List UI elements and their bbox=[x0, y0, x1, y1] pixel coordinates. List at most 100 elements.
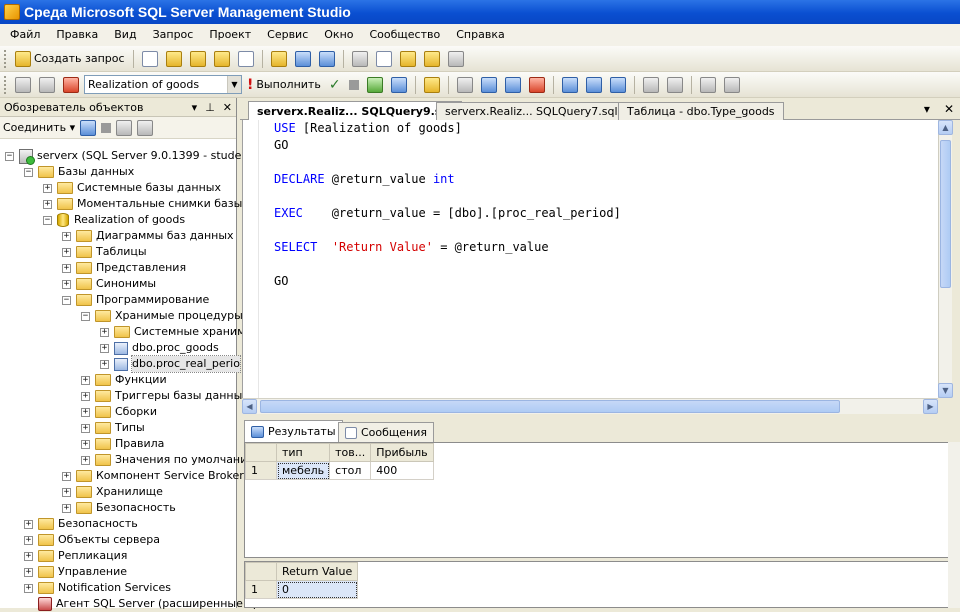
results-text-button[interactable] bbox=[526, 75, 548, 95]
expand-icon[interactable]: + bbox=[24, 583, 33, 593]
row-number[interactable]: 1 bbox=[245, 580, 277, 599]
code-line[interactable] bbox=[274, 256, 621, 273]
connect-dropdown-button[interactable]: Соединить ▾ bbox=[3, 121, 75, 134]
expand-icon[interactable]: + bbox=[81, 439, 90, 449]
results-grid-button[interactable] bbox=[559, 75, 581, 95]
code-line[interactable] bbox=[274, 154, 621, 171]
expand-icon[interactable]: + bbox=[24, 567, 33, 577]
tree-node[interactable]: + Управление bbox=[24, 564, 127, 580]
disconnect-button[interactable] bbox=[36, 75, 58, 95]
include-plan-button[interactable] bbox=[478, 75, 500, 95]
new-query-button[interactable]: Создать запрос bbox=[12, 49, 128, 69]
tab-sqlquery9[interactable]: serverx.Realiz... SQLQuery9.sql bbox=[248, 101, 462, 120]
uncomment-button[interactable] bbox=[664, 75, 686, 95]
code-line[interactable]: EXEC @return_value = [dbo].[proc_real_pe… bbox=[274, 205, 621, 222]
column-header[interactable]: Return Value bbox=[275, 562, 359, 581]
tree-node[interactable]: − Базы данных bbox=[24, 164, 134, 180]
menu-item[interactable]: Справка bbox=[448, 24, 512, 46]
toolbar-grip[interactable] bbox=[4, 75, 7, 94]
sql-editor[interactable]: USE [Realization of goods] GO DECLARE @re… bbox=[242, 120, 938, 398]
pin-icon[interactable]: ⊥ bbox=[205, 101, 215, 114]
tab-results[interactable]: Результаты bbox=[244, 420, 343, 442]
close-document-icon[interactable]: ✕ bbox=[944, 102, 954, 116]
chevron-down-icon[interactable]: ▼ bbox=[227, 76, 241, 93]
template-explorer-button[interactable] bbox=[421, 49, 443, 69]
summary-button[interactable] bbox=[373, 49, 395, 69]
expand-icon[interactable]: + bbox=[24, 551, 33, 561]
expand-icon[interactable]: + bbox=[81, 391, 90, 401]
tree-node[interactable]: − Программирование bbox=[62, 292, 209, 308]
menu-item[interactable]: Проект bbox=[201, 24, 259, 46]
connect-button[interactable] bbox=[12, 75, 34, 95]
display-plan-button[interactable] bbox=[364, 75, 386, 95]
code-line[interactable]: DECLARE @return_value int bbox=[274, 171, 621, 188]
tree-node[interactable]: + Представления bbox=[62, 260, 186, 276]
column-header[interactable]: тов... bbox=[329, 443, 372, 462]
stop-icon[interactable] bbox=[101, 122, 112, 133]
editor-vertical-scrollbar[interactable]: ▲ ▼ bbox=[938, 120, 953, 398]
tree-node[interactable]: + dbo.proc_goods bbox=[100, 340, 219, 356]
scroll-thumb[interactable] bbox=[940, 140, 951, 288]
expand-icon[interactable]: + bbox=[81, 423, 90, 433]
tab-table-type-goods[interactable]: Таблица - dbo.Type_goods bbox=[618, 102, 784, 120]
expand-icon[interactable]: + bbox=[24, 535, 33, 545]
cancel-execution-button[interactable] bbox=[346, 75, 362, 95]
expand-icon[interactable]: + bbox=[100, 343, 109, 353]
results-grid-2[interactable]: Return Value 1 0 bbox=[244, 561, 950, 608]
tree-node[interactable]: + Безопасность bbox=[62, 500, 176, 516]
dmx-query-button[interactable] bbox=[187, 49, 209, 69]
execute-button[interactable]: ! Выполнить bbox=[244, 75, 324, 95]
collapse-icon[interactable]: − bbox=[62, 295, 71, 305]
collapse-icon[interactable]: − bbox=[24, 167, 33, 177]
client-stats-button[interactable] bbox=[502, 75, 524, 95]
tree-node[interactable]: + Компонент Service Broker bbox=[62, 468, 244, 484]
row-number[interactable]: 1 bbox=[245, 461, 277, 480]
expand-icon[interactable]: + bbox=[100, 359, 109, 369]
intellisense-button[interactable] bbox=[454, 75, 476, 95]
save-all-button[interactable] bbox=[316, 49, 338, 69]
increase-indent-button[interactable] bbox=[721, 75, 743, 95]
scroll-down-icon[interactable]: ▼ bbox=[938, 383, 953, 398]
expand-icon[interactable]: + bbox=[100, 327, 109, 337]
expand-icon[interactable]: + bbox=[81, 455, 90, 465]
sqlmobile-query-button[interactable] bbox=[235, 49, 257, 69]
editor-horizontal-scrollbar[interactable]: ◀ ▶ bbox=[242, 398, 938, 414]
grid-cell[interactable]: 400 bbox=[370, 461, 434, 480]
tree-node[interactable]: + Диаграммы баз данных bbox=[62, 228, 234, 244]
grid-cell[interactable]: мебель bbox=[275, 461, 331, 480]
tree-node[interactable]: + Типы bbox=[81, 420, 145, 436]
tree-node[interactable]: − Хранимые процедуры bbox=[81, 308, 243, 324]
expand-icon[interactable]: + bbox=[62, 247, 71, 257]
comment-button[interactable] bbox=[640, 75, 662, 95]
results-grid-1[interactable]: тип тов... Прибыль 1 мебель стол 400 bbox=[244, 442, 950, 558]
code-line[interactable] bbox=[274, 222, 621, 239]
code-line[interactable]: GO bbox=[274, 137, 621, 154]
tree-node[interactable]: + Триггеры базы данных bbox=[81, 388, 249, 404]
tree-node[interactable]: + Объекты сервера bbox=[24, 532, 160, 548]
results-vertical-scrollbar[interactable] bbox=[948, 442, 960, 608]
code-line[interactable]: USE [Realization of goods] bbox=[274, 120, 621, 137]
code-line[interactable]: SELECT 'Return Value' = @return_value bbox=[274, 239, 621, 256]
scroll-up-icon[interactable]: ▲ bbox=[938, 120, 953, 135]
scroll-left-icon[interactable]: ◀ bbox=[242, 399, 257, 414]
menu-item[interactable]: Сервис bbox=[259, 24, 316, 46]
new-file-button[interactable] bbox=[139, 49, 161, 69]
code-line[interactable]: GO bbox=[274, 273, 621, 290]
parse-button[interactable]: ✓ bbox=[326, 75, 344, 95]
tree-node[interactable]: + Функции bbox=[81, 372, 167, 388]
database-select[interactable]: Realization of goods ▼ bbox=[84, 75, 242, 94]
tab-sqlquery7[interactable]: serverx.Realiz... SQLQuery7.sql bbox=[436, 102, 627, 120]
menu-item[interactable]: Файл bbox=[2, 24, 48, 46]
collapse-icon[interactable]: − bbox=[81, 311, 90, 321]
tree-node[interactable]: Агент SQL Server (расширенные хр bbox=[24, 596, 260, 612]
save-button[interactable] bbox=[292, 49, 314, 69]
column-header[interactable]: Прибыль bbox=[370, 443, 434, 462]
collapse-icon[interactable]: − bbox=[5, 151, 14, 161]
tree-node[interactable]: + Системные базы данных bbox=[43, 180, 221, 196]
toolbar-grip[interactable] bbox=[4, 49, 7, 68]
column-header[interactable]: тип bbox=[275, 443, 331, 462]
tree-node[interactable]: − Realization of goods bbox=[43, 212, 185, 228]
refresh-icon[interactable] bbox=[116, 119, 133, 136]
tree-node[interactable]: + Синонимы bbox=[62, 276, 156, 292]
menu-item[interactable]: Правка bbox=[48, 24, 106, 46]
